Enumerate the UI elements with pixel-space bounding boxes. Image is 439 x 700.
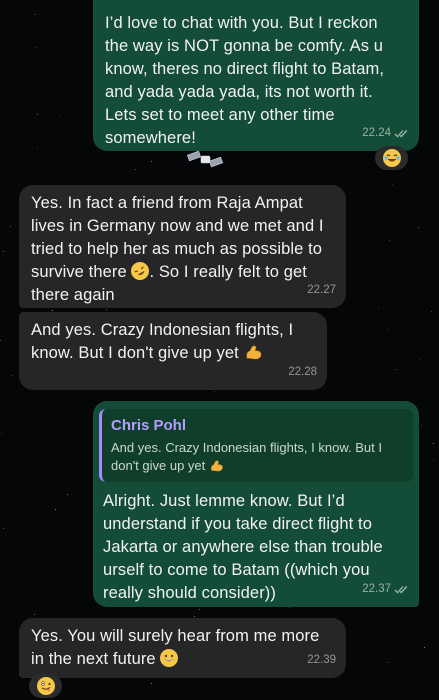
message-reaction[interactable] [375, 146, 408, 170]
quote-text: And yes. Crazy Indonesian flights, I kno… [111, 440, 382, 473]
message-meta: 22.39 [307, 649, 336, 672]
message-meta: 22.28 [288, 361, 317, 384]
message-incoming[interactable]: And yes. Crazy Indonesian flights, I kno… [19, 312, 327, 390]
message-text: Yes. In fact a friend from Raja Ampat li… [31, 194, 324, 304]
message-text: Yes. You will surely hear from me more i… [31, 627, 320, 668]
message-time: 22.27 [307, 284, 336, 296]
message-incoming[interactable]: Yes. You will surely hear from me more i… [19, 618, 346, 678]
message-time: 22.24 [362, 127, 391, 139]
message-outgoing[interactable]: Chris Pohl And yes. Crazy Indonesian fli… [93, 401, 419, 607]
flexed-biceps-emoji-icon [244, 343, 262, 361]
message-time: 22.37 [362, 583, 391, 595]
quote-author: Chris Pohl [111, 417, 187, 434]
message-outgoing[interactable]: I’d love to chat with you. But I reckon … [93, 0, 419, 151]
zany-face-emoji-icon [36, 677, 55, 695]
message-time: 22.39 [307, 654, 336, 666]
double-check-icon [394, 130, 408, 138]
reply-quote[interactable]: Chris Pohl And yes. Crazy Indonesian fli… [99, 409, 413, 482]
message-meta: 22.37 [362, 578, 409, 601]
joy-emoji-icon [382, 149, 401, 167]
message-text: And yes. Crazy Indonesian flights, I kno… [31, 321, 294, 362]
message-incoming[interactable]: Yes. In fact a friend from Raja Ampat li… [19, 185, 346, 308]
rofl-emoji-icon [131, 262, 150, 280]
double-check-icon [394, 586, 408, 594]
message-reaction[interactable] [29, 674, 62, 698]
message-meta: 22.24 [362, 122, 409, 145]
chat-thread[interactable]: I’d love to chat with you. But I reckon … [0, 0, 439, 700]
message-time: 22.28 [288, 366, 317, 378]
message-meta: 22.27 [307, 279, 336, 302]
flexed-biceps-emoji-icon [209, 458, 225, 473]
grinning-emoji-icon [160, 649, 179, 667]
